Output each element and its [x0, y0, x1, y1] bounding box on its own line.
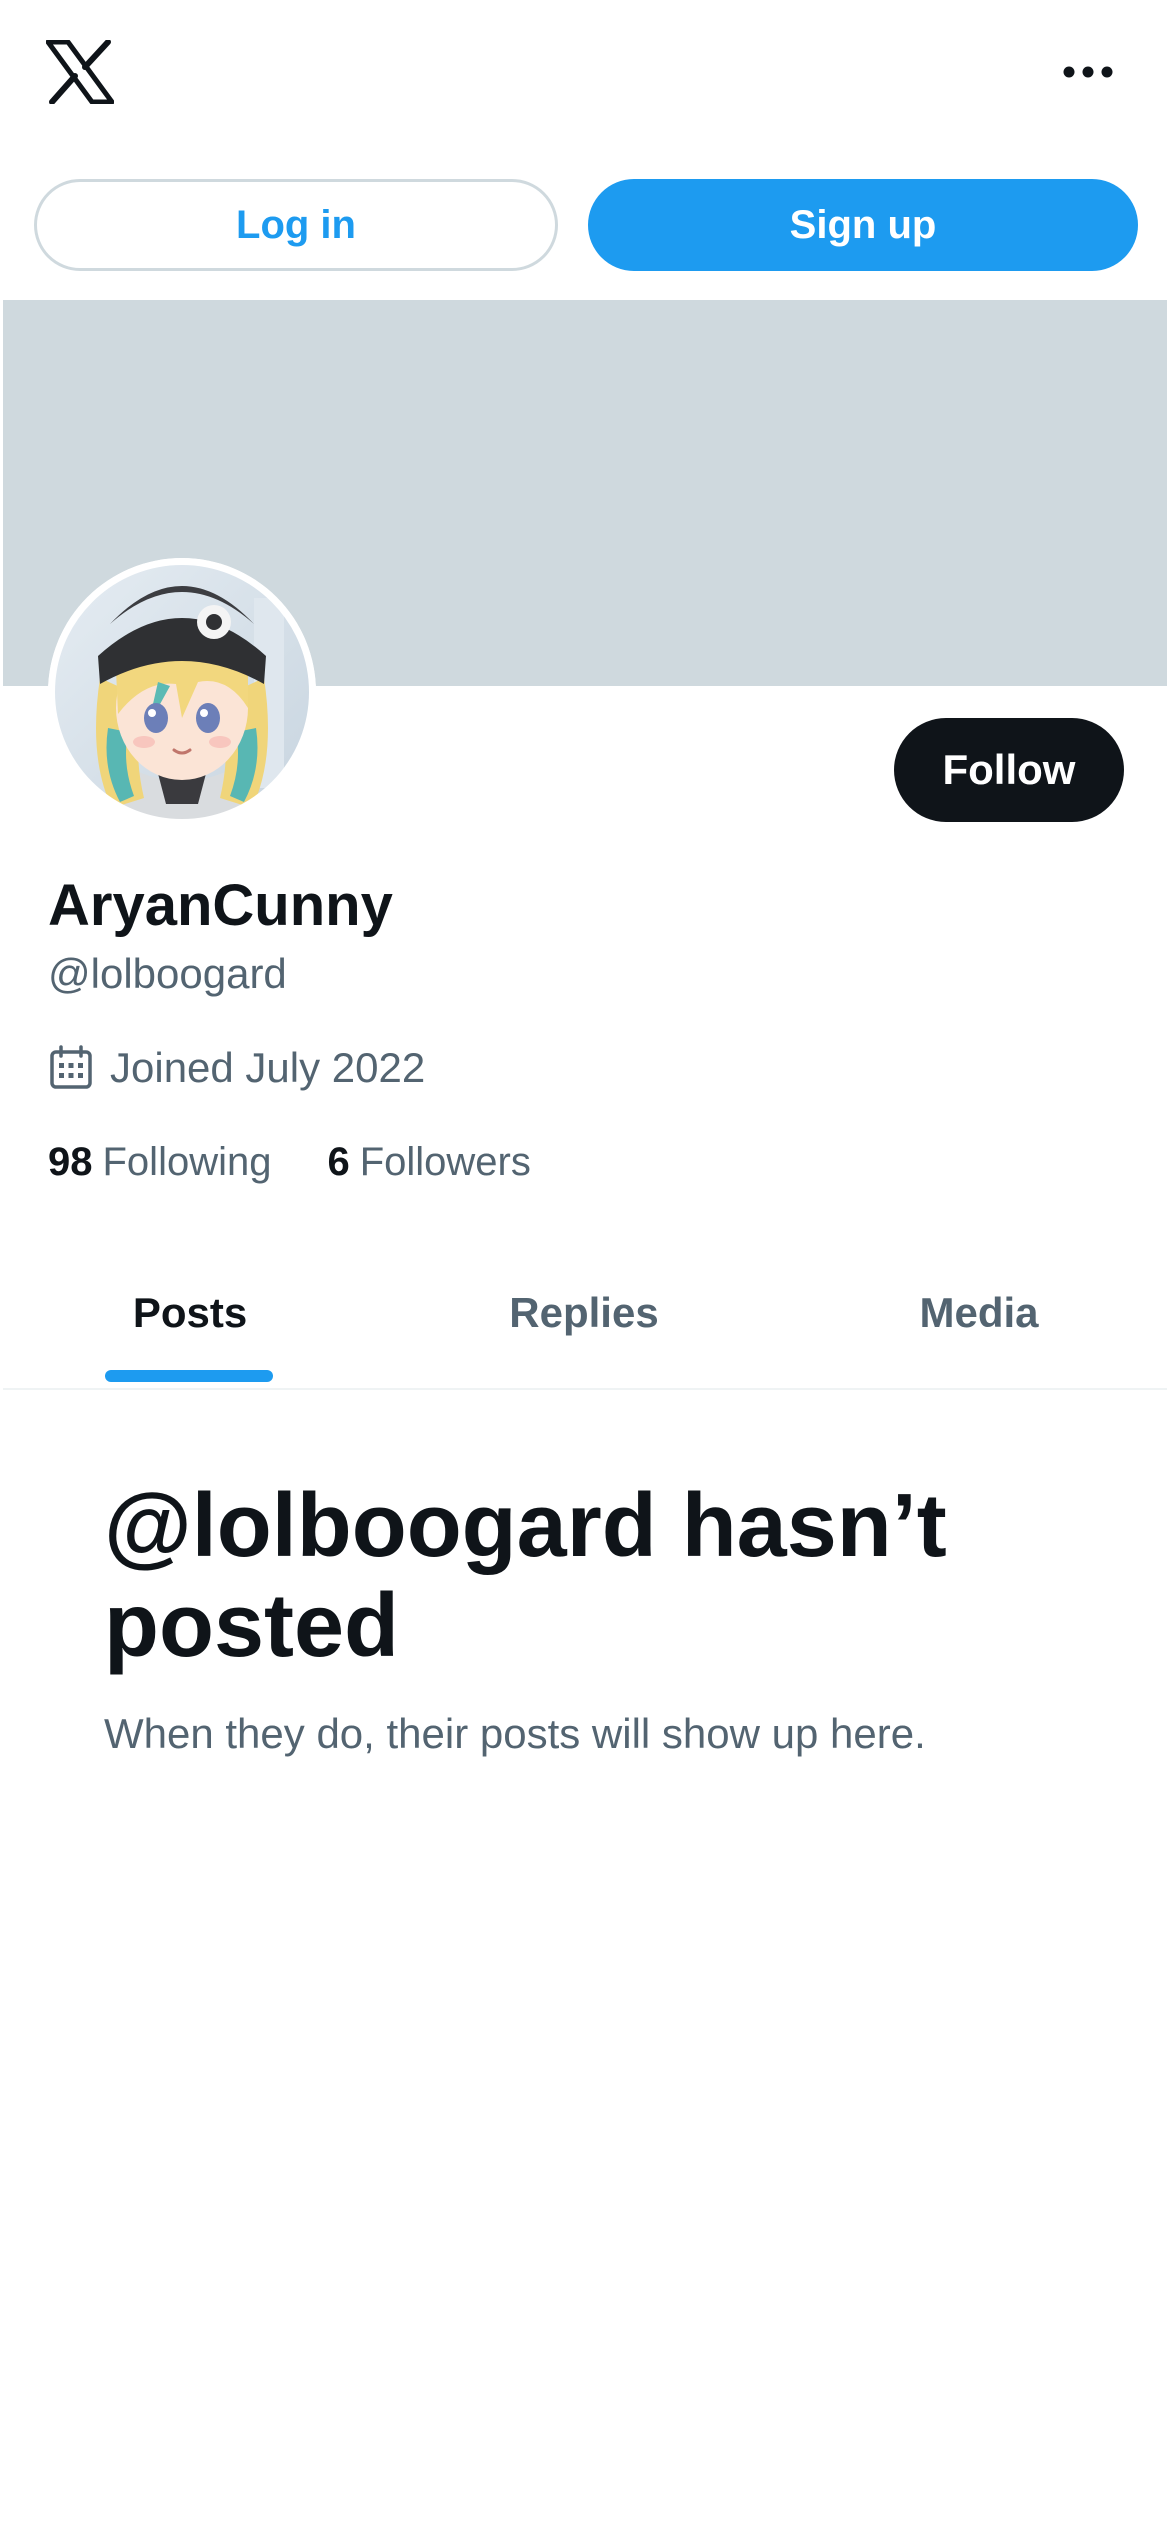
follow-button[interactable]: Follow	[894, 718, 1124, 822]
profile-handle: @lolboogard	[48, 950, 287, 997]
joined-text: Joined July 2022	[110, 1044, 426, 1091]
login-button[interactable]: Log in	[34, 179, 558, 271]
following-label: Following	[102, 1139, 272, 1184]
following-count: 98	[48, 1139, 93, 1184]
tab-replies[interactable]: Replies	[377, 1240, 791, 1386]
followers-label: Followers	[359, 1139, 531, 1184]
follow-stats: 98 Following 6 Followers	[48, 1132, 531, 1192]
calendar-icon	[48, 1045, 94, 1091]
avatar[interactable]	[48, 558, 316, 826]
tab-media[interactable]: Media	[791, 1240, 1167, 1386]
profile-tabs: Posts Replies Media	[3, 1240, 1167, 1390]
followers-count: 6	[327, 1139, 350, 1184]
tab-posts[interactable]: Posts	[3, 1240, 377, 1386]
display-name: AryanCunny	[48, 873, 393, 938]
more-horizontal-icon[interactable]	[1056, 52, 1120, 92]
joined-date: Joined July 2022	[48, 1038, 425, 1098]
following-link[interactable]: 98 Following	[48, 1140, 271, 1185]
empty-state-title: @lolboogard hasn’t posted	[104, 1476, 947, 1676]
signup-button[interactable]: Sign up	[588, 179, 1138, 271]
empty-state-subtitle: When they do, their posts will show up h…	[104, 1710, 926, 1757]
x-logo-icon[interactable]	[45, 39, 115, 105]
auth-buttons: Log in Sign up	[34, 179, 1138, 271]
followers-link[interactable]: 6 Followers	[327, 1140, 530, 1185]
top-bar	[0, 0, 1170, 150]
active-tab-indicator	[105, 1370, 273, 1382]
